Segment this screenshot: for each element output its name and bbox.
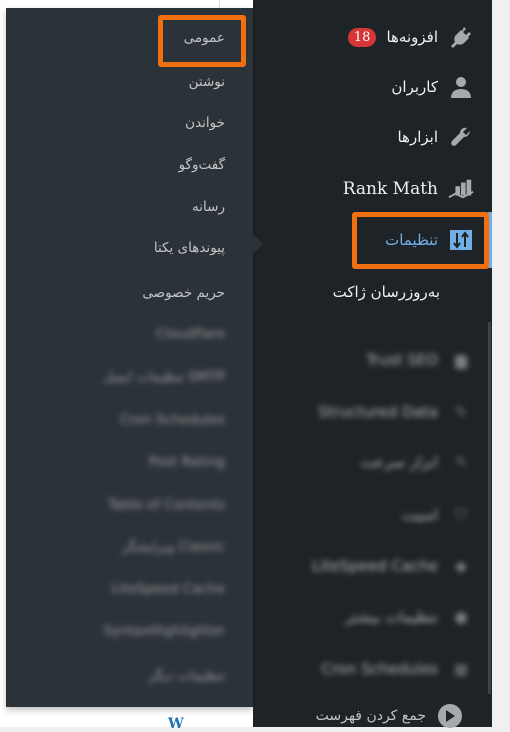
menu-icon: ▆ [455,351,467,369]
wrench-icon [448,124,474,150]
menu-item-tools[interactable]: ابزارها [397,122,474,152]
submenu-item[interactable]: Cron Schedules [120,412,225,428]
plugin-icon [448,24,474,50]
highlight-box-general [158,15,246,67]
submenu-permalinks[interactable]: پیوندهای یکتا [154,240,225,256]
scrollbar[interactable] [488,322,491,694]
menu-item[interactable]: ✎ ابزار سرعت [361,447,474,477]
submenu-item[interactable]: LiteSpeed Cache [112,581,225,597]
play-icon [438,704,462,728]
wordpress-logo: W [168,716,184,732]
submenu-item[interactable]: SyntaxHighlighter [104,623,225,639]
circle-icon: ● [454,608,468,626]
settings-submenu: عمومی نوشتن خواندن گفت‌وگو رسانه پیوندها… [6,8,253,707]
update-count-badge: 18 [347,27,377,47]
submenu-discussion[interactable]: گفت‌وگو [179,157,225,173]
submenu-item[interactable]: تنظیمات دیگر [148,668,225,684]
submenu-media[interactable]: رسانه [192,199,225,215]
collapse-menu-button[interactable]: جمع کردن فهرست [316,704,462,728]
submenu-arrow [253,234,263,254]
submenu-item[interactable]: Post Rating [149,454,225,470]
submenu-item[interactable]: Classic ویرایشگر [122,539,225,555]
menu-item-plugins[interactable]: افزونه‌ها 18 [347,22,474,52]
menu-item[interactable]: ▆ Trust SEO [366,345,474,375]
divider [219,0,220,8]
submenu-reading[interactable]: خواندن [185,115,225,131]
menu-item[interactable]: ▦ Cron Schedules [321,654,474,684]
submenu-privacy[interactable]: حریم خصوصی [142,285,225,301]
highlight-box-settings [352,212,489,269]
menu-item-users[interactable]: کاربران [391,72,474,102]
admin-menu: افزونه‌ها 18 کاربران ابزارها Rank Math ت… [253,0,492,728]
menu-item[interactable]: ● تنظیمات بیشتر [345,602,474,632]
shield-icon: ⛉ [455,506,467,524]
pencil-icon: ✎ [454,403,468,421]
rank-math-icon [448,176,474,202]
submenu-writing[interactable]: نوشتن [189,74,225,90]
user-icon [448,74,474,100]
menu-item[interactable]: ◆ LiteSpeed Cache [312,551,474,581]
menu-item-zhaket-updater[interactable]: به‌روزرسان ژاکت [333,277,440,307]
submenu-item[interactable]: Table of Contents [108,497,225,513]
submenu-item[interactable]: Cloudflare [156,326,225,342]
submenu-item[interactable]: SMTP تنظیمات ایمیل [103,369,225,385]
diamond-icon: ◆ [455,557,467,575]
menu-item[interactable]: ⛉ امنیت [402,500,474,530]
calendar-icon: ▦ [453,660,469,678]
menu-item-rank-math[interactable]: Rank Math [343,174,474,204]
pencil-icon: ✎ [454,453,468,471]
menu-item[interactable]: ✎ Structured Data [318,397,474,427]
